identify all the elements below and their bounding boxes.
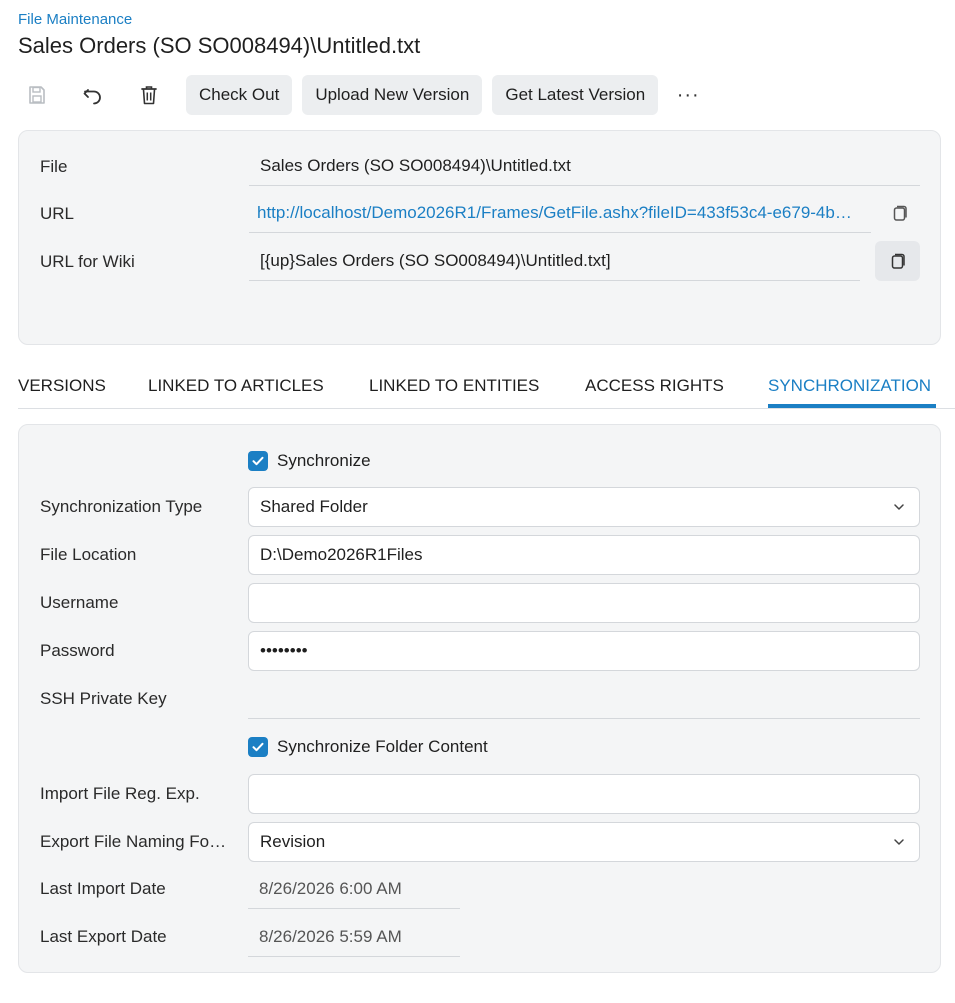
file-value: Sales Orders (SO SO008494)\Untitled.txt: [249, 146, 920, 186]
synchronize-label: Synchronize: [277, 451, 371, 470]
wiki-value: [{up}Sales Orders (SO SO008494)\Untitled…: [249, 241, 860, 281]
synchronization-panel: Synchronize Synchronization Type Shared …: [18, 424, 941, 973]
toolbar: Check Out Upload New Version Get Latest …: [18, 75, 708, 115]
tab-linked-to-articles[interactable]: LINKED TO ARTICLES: [148, 376, 324, 396]
file-label: File: [40, 157, 68, 176]
synchronize-checkbox[interactable]: [248, 451, 268, 471]
copy-url-button[interactable]: [877, 193, 922, 233]
ssh-private-key-label: SSH Private Key: [40, 689, 167, 708]
password-label: Password: [40, 641, 115, 660]
copy-wiki-button[interactable]: [875, 241, 920, 281]
tab-bar: VERSIONS LINKED TO ARTICLES LINKED TO EN…: [18, 364, 955, 409]
upload-new-version-button[interactable]: Upload New Version: [302, 75, 483, 115]
url-link[interactable]: http://localhost/Demo2026R1/Frames/GetFi…: [249, 193, 871, 233]
url-label: URL: [40, 204, 75, 223]
sync-type-value: Shared Folder: [260, 497, 368, 516]
tab-access-rights[interactable]: ACCESS RIGHTS: [585, 376, 724, 396]
sync-type-label: Synchronization Type: [40, 497, 203, 516]
get-latest-version-button[interactable]: Get Latest Version: [492, 75, 659, 115]
sync-folder-checkbox[interactable]: [248, 737, 268, 757]
tab-linked-to-entities[interactable]: LINKED TO ENTITIES: [369, 376, 539, 396]
sync-folder-label: Synchronize Folder Content: [277, 737, 488, 756]
file-location-input[interactable]: D:\Demo2026R1Files: [248, 535, 920, 575]
last-export-value: 8/26/2026 5:59 AM: [248, 917, 460, 957]
chevron-down-icon: [894, 504, 904, 510]
trash-icon[interactable]: [130, 75, 168, 115]
page-title: Sales Orders (SO SO008494)\Untitled.txt: [18, 33, 421, 58]
last-export-label: Last Export Date: [40, 927, 167, 946]
export-naming-value: Revision: [260, 832, 326, 851]
undo-icon[interactable]: [74, 75, 112, 115]
sync-folder-checkbox-row[interactable]: Synchronize Folder Content: [248, 737, 488, 757]
export-naming-select[interactable]: Revision: [248, 822, 920, 862]
more-menu-icon[interactable]: ···: [668, 75, 708, 115]
export-naming-label: Export File Naming Fo…: [40, 832, 227, 851]
synchronize-checkbox-row[interactable]: Synchronize: [248, 451, 371, 471]
checkmark-icon: [252, 456, 264, 466]
breadcrumb[interactable]: File Maintenance: [18, 11, 132, 28]
last-import-label: Last Import Date: [40, 879, 166, 898]
tab-versions[interactable]: VERSIONS: [18, 376, 106, 396]
username-input[interactable]: [248, 583, 920, 623]
chevron-down-icon: [894, 839, 904, 845]
wiki-label: URL for Wiki: [40, 252, 135, 271]
password-input[interactable]: ••••••••: [248, 631, 920, 671]
check-out-button[interactable]: Check Out: [186, 75, 293, 115]
last-import-value: 8/26/2026 6:00 AM: [248, 869, 460, 909]
ssh-private-key-field[interactable]: [248, 718, 920, 719]
import-regexp-label: Import File Reg. Exp.: [40, 784, 200, 803]
checkmark-icon: [252, 742, 264, 752]
save-icon[interactable]: [18, 75, 56, 115]
copy-icon: [891, 253, 905, 269]
active-tab-indicator: [768, 404, 936, 408]
username-label: Username: [40, 593, 119, 612]
file-location-label: File Location: [40, 545, 137, 564]
file-summary-panel: File Sales Orders (SO SO008494)\Untitled…: [18, 130, 941, 345]
import-regexp-input[interactable]: [248, 774, 920, 814]
copy-icon: [893, 205, 907, 221]
tab-synchronization[interactable]: SYNCHRONIZATION: [768, 376, 931, 396]
sync-type-select[interactable]: Shared Folder: [248, 487, 920, 527]
